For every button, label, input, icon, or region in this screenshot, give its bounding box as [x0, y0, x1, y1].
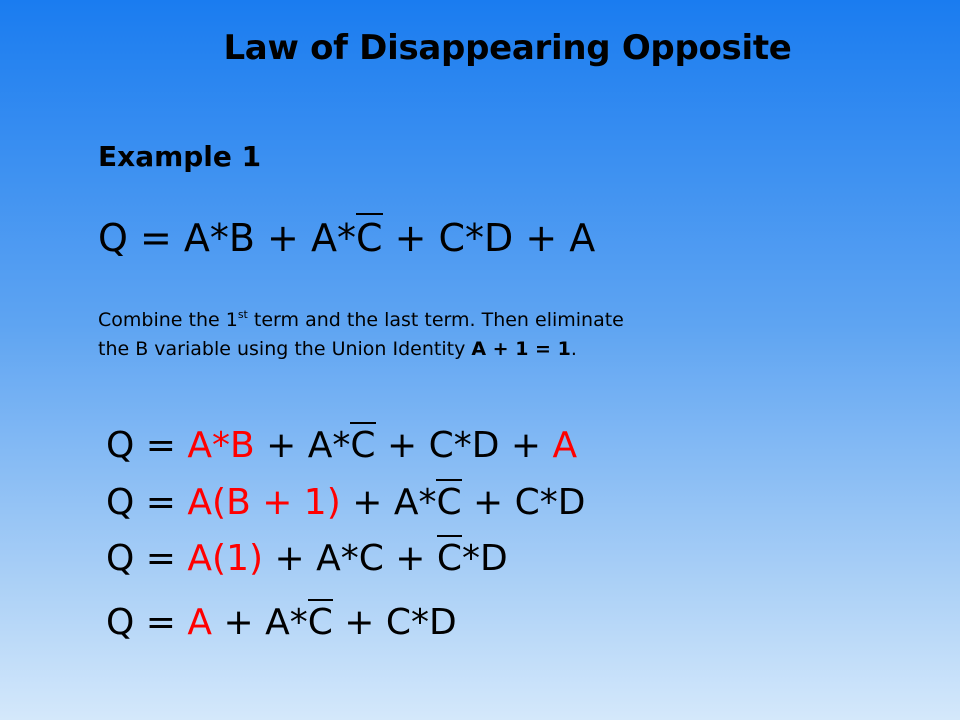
union-identity: A + 1 = 1	[471, 338, 571, 360]
example-label: Example 1	[98, 140, 262, 173]
slide: Law of Disappearing Opposite Example 1 Q…	[0, 0, 960, 720]
description-line2-start: the B variable using the Union Identity	[98, 338, 472, 360]
slide-title: Law of Disappearing Opposite	[223, 28, 792, 68]
highlighted-term: A(B + 1)	[187, 482, 341, 523]
derivation-step-1: Q = A*B + A*C + C*D + A	[106, 422, 578, 466]
overlined-term: C	[350, 422, 376, 466]
derivation-step-4: Q = A + A*C + C*D	[106, 599, 457, 643]
main-equation: Q = A*B + A*C + C*D + A	[98, 213, 596, 260]
description-line1-start: Combine the 1	[98, 309, 238, 331]
description-superscript: st	[237, 308, 248, 321]
equation-part: + A*C +	[263, 538, 437, 579]
equation-part: + C*D + A	[382, 216, 596, 260]
description-text: Combine the 1st term and the last term. …	[98, 306, 738, 364]
description-line2-end: .	[570, 338, 577, 360]
overlined-term: C	[355, 213, 383, 260]
highlighted-term: A(1)	[187, 538, 264, 579]
equation-part: + A*	[212, 602, 308, 643]
equation-part: Q = A*B + A*	[98, 216, 356, 260]
equation-part: Q =	[106, 482, 188, 523]
overlined-term: C	[436, 535, 463, 579]
overlined-term: C	[307, 599, 333, 643]
highlighted-term: A	[552, 425, 578, 466]
highlighted-term: A	[187, 602, 213, 643]
derivation-step-3: Q = A(1) + A*C + C*D	[106, 535, 508, 579]
equation-part: + A*	[254, 425, 351, 466]
equation-part: + C*D	[461, 482, 586, 523]
equation-part: Q =	[106, 425, 188, 466]
equation-part: + C*D +	[375, 425, 553, 466]
equation-part: Q =	[106, 602, 188, 643]
derivation-step-2: Q = A(B + 1) + A*C + C*D	[106, 479, 586, 523]
equation-part: + A*	[340, 482, 437, 523]
overlined-term: C	[436, 479, 462, 523]
equation-part: + C*D	[332, 602, 457, 643]
description-line1-end: term and the last term. Then eliminate	[247, 309, 624, 331]
equation-part: Q =	[106, 538, 188, 579]
highlighted-term: A*B	[187, 425, 255, 466]
equation-part: *D	[462, 538, 508, 579]
